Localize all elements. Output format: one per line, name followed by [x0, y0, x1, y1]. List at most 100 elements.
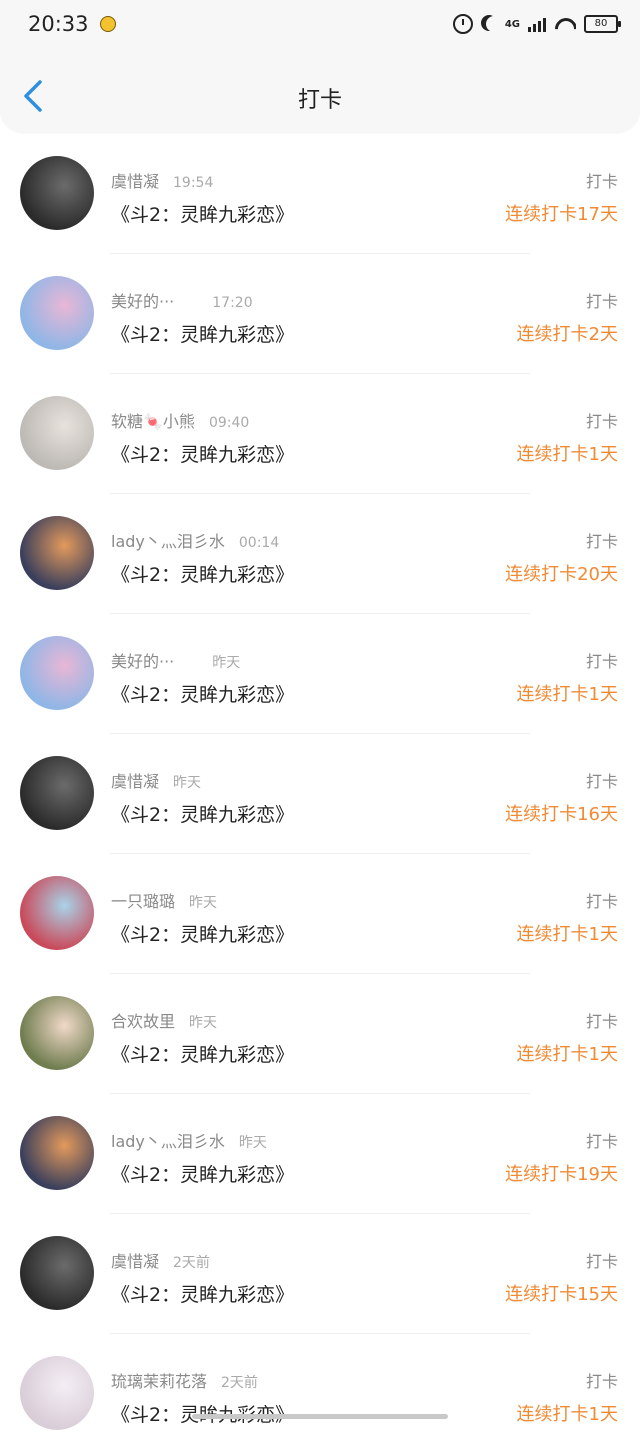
avatar[interactable]: [20, 516, 94, 590]
home-indicator[interactable]: [192, 1414, 448, 1419]
checkin-time: 2天前: [173, 1255, 210, 1271]
list-item[interactable]: 虞惜凝 2天前 《斗2：灵眸九彩恋》 打卡 连续打卡15天: [0, 1214, 640, 1334]
checkin-label: 打卡: [585, 892, 618, 911]
checkin-time: 昨天: [212, 655, 241, 671]
avatar[interactable]: [20, 276, 94, 350]
checkin-label: 打卡: [585, 532, 618, 551]
list-item[interactable]: lady丶灬泪彡水 昨天 《斗2：灵眸九彩恋》 打卡 连续打卡19天: [0, 1094, 640, 1214]
user-name[interactable]: 一只璐璐: [111, 892, 175, 911]
list-item[interactable]: 合欢故里 昨天 《斗2：灵眸九彩恋》 打卡 连续打卡1天: [0, 974, 640, 1094]
list-item[interactable]: 软糖🍬小熊 09:40 《斗2：灵眸九彩恋》 打卡 连续打卡1天: [0, 374, 640, 494]
book-title[interactable]: 《斗2：灵眸九彩恋》: [111, 440, 294, 467]
checkin-label: 打卡: [585, 292, 618, 311]
checkin-list: 虞惜凝 19:54 《斗2：灵眸九彩恋》 打卡 连续打卡17天 美好的··· 17:…: [0, 134, 640, 1454]
notification-icon: [100, 16, 116, 32]
book-title[interactable]: 《斗2：灵眸九彩恋》: [111, 1280, 294, 1307]
checkin-time: 00:14: [238, 535, 280, 551]
checkin-time: 昨天: [238, 1135, 267, 1151]
list-item[interactable]: 一只璐璐 昨天 《斗2：灵眸九彩恋》 打卡 连续打卡1天: [0, 854, 640, 974]
nav-bar: 打卡: [0, 52, 640, 132]
streak-count: 连续打卡19天: [505, 1164, 618, 1185]
checkin-label: 打卡: [585, 772, 618, 791]
avatar[interactable]: [20, 156, 94, 230]
checkin-label: 打卡: [585, 1372, 618, 1391]
streak-count: 连续打卡1天: [516, 924, 618, 945]
book-title[interactable]: 《斗2：灵眸九彩恋》: [111, 560, 294, 587]
user-name-line: 美好的··· 17:20: [111, 288, 253, 312]
page-title: 打卡: [297, 88, 342, 113]
avatar[interactable]: [20, 1116, 94, 1190]
avatar[interactable]: [20, 396, 94, 470]
user-name-line: 虞惜凝 昨天: [111, 768, 201, 792]
checkin-label: 打卡: [585, 1132, 618, 1151]
user-name[interactable]: 软糖🍬小熊: [111, 412, 195, 431]
list-item[interactable]: 虞惜凝 19:54 《斗2：灵眸九彩恋》 打卡 连续打卡17天: [0, 134, 640, 254]
streak-count: 连续打卡1天: [516, 1404, 618, 1425]
checkin-time: 2天前: [221, 1375, 258, 1391]
checkin-label: 打卡: [585, 172, 618, 191]
list-item[interactable]: 美好的··· 17:20 《斗2：灵眸九彩恋》 打卡 连续打卡2天: [0, 254, 640, 374]
list-item[interactable]: 琉璃茉莉花落2天前 《斗2：灵眸九彩恋》 打卡 连续打卡1天: [0, 1334, 640, 1454]
book-title[interactable]: 《斗2：灵眸九彩恋》: [111, 800, 294, 827]
avatar[interactable]: [20, 996, 94, 1070]
user-name-line: 虞惜凝 19:54: [111, 168, 213, 192]
streak-count: 连续打卡15天: [505, 1284, 618, 1305]
avatar[interactable]: [20, 756, 94, 830]
user-name-line: lady丶灬泪彡水 昨天: [111, 1128, 267, 1152]
list-item[interactable]: lady丶灬泪彡水 00:14 《斗2：灵眸九彩恋》 打卡 连续打卡20天: [0, 494, 640, 614]
user-name-line: 琉璃茉莉花落 2天前: [111, 1368, 258, 1392]
streak-count: 连续打卡1天: [516, 1044, 618, 1065]
book-title[interactable]: 《斗2：灵眸九彩恋》: [111, 920, 294, 947]
book-title[interactable]: 《斗2：灵眸九彩恋》: [111, 200, 294, 227]
alarm-icon: [452, 14, 473, 34]
moon-icon: [486, 16, 502, 32]
streak-count: 连续打卡17天: [505, 204, 618, 225]
streak-count: 连续打卡2天: [516, 324, 618, 345]
checkin-label: 打卡: [585, 652, 618, 671]
list-item[interactable]: 虞惜凝 昨天 《斗2：灵眸九彩恋》 打卡 连续打卡16天: [0, 734, 640, 854]
avatar[interactable]: [20, 1236, 94, 1310]
status-time: 20:33: [28, 12, 89, 36]
user-name[interactable]: 琉璃茉莉花落: [111, 1372, 207, 1391]
book-title[interactable]: 《斗2：灵眸九彩恋》: [111, 1040, 294, 1067]
streak-count: 连续打卡20天: [505, 564, 618, 585]
streak-count: 连续打卡1天: [516, 684, 618, 705]
status-bar: 20:33 4G 80: [0, 0, 640, 52]
book-title[interactable]: 《斗2：灵眸九彩恋》: [111, 1160, 294, 1187]
user-name[interactable]: lady丶灬泪彡水: [111, 532, 225, 551]
checkin-time: 昨天: [189, 895, 218, 911]
checkin-time: 昨天: [189, 1015, 218, 1031]
user-name-line: 虞惜凝 2天前: [111, 1248, 210, 1272]
checkin-label: 打卡: [585, 1012, 618, 1031]
user-name-line: 合欢故里 昨天: [111, 1008, 217, 1032]
list-item[interactable]: 美好的··· 昨天 《斗2：灵眸九彩恋》 打卡 连续打卡1天: [0, 614, 640, 734]
user-name[interactable]: 美好的···: [111, 652, 174, 671]
checkin-time: 昨天: [173, 775, 202, 791]
user-name-line: 美好的··· 昨天: [111, 648, 240, 672]
streak-count: 连续打卡1天: [516, 444, 618, 465]
battery-icon: 80: [584, 15, 621, 33]
avatar[interactable]: [20, 1356, 94, 1430]
user-name-line: 软糖🍬小熊 09:40: [111, 408, 249, 432]
checkin-label: 打卡: [585, 1252, 618, 1271]
avatar[interactable]: [20, 876, 94, 950]
streak-count: 连续打卡16天: [505, 804, 618, 825]
checkin-time: 19:54: [173, 175, 214, 191]
avatar[interactable]: [20, 636, 94, 710]
user-name[interactable]: 虞惜凝: [111, 1252, 159, 1271]
user-name[interactable]: 合欢故里: [111, 1012, 175, 1031]
checkin-label: 打卡: [585, 412, 618, 431]
status-icons: 4G 80: [452, 14, 621, 34]
user-name-line: 一只璐璐 昨天: [111, 888, 217, 912]
network-type: 4G: [504, 18, 520, 30]
user-name[interactable]: 虞惜凝: [111, 772, 159, 791]
user-name[interactable]: 虞惜凝: [111, 172, 159, 191]
checkin-time: 17:20: [212, 295, 253, 311]
user-name-line: lady丶灬泪彡水 00:14: [111, 528, 279, 552]
book-title[interactable]: 《斗2：灵眸九彩恋》: [111, 320, 294, 347]
wifi-icon: [554, 16, 576, 32]
checkin-time: 09:40: [208, 415, 250, 431]
user-name[interactable]: lady丶灬泪彡水: [111, 1132, 225, 1151]
user-name[interactable]: 美好的···: [111, 292, 174, 311]
book-title[interactable]: 《斗2：灵眸九彩恋》: [111, 680, 294, 707]
